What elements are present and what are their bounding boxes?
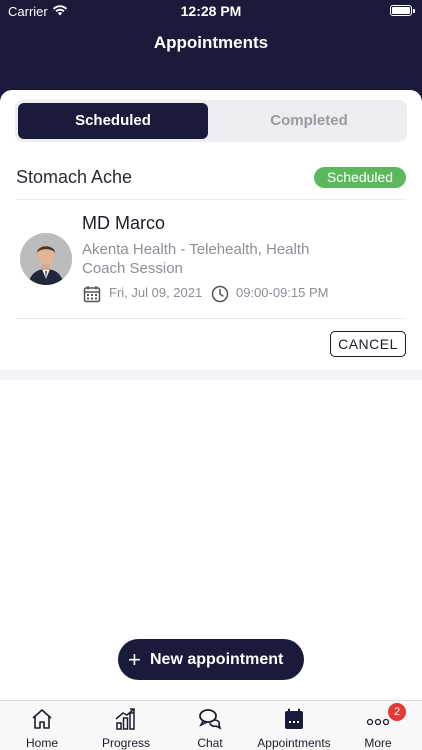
- status-bar: Carrier 12:28 PM: [0, 0, 422, 24]
- avatar-icon: [20, 233, 72, 285]
- section-separator: [0, 370, 422, 380]
- tab-scheduled[interactable]: Scheduled: [18, 103, 208, 139]
- service-description: Akenta Health - Telehealth, Health Coach…: [82, 241, 310, 277]
- page-title: Appointments: [153, 33, 269, 52]
- divider: [16, 318, 406, 319]
- battery-icon: [390, 5, 415, 16]
- segmented-control: Scheduled Completed: [15, 100, 407, 142]
- cancel-button[interactable]: CANCEL: [330, 331, 406, 357]
- more-icon: [366, 718, 390, 726]
- tab-more[interactable]: More: [336, 701, 420, 750]
- doctor-name: MD Marco: [82, 213, 166, 233]
- appointment-time: 09:00-09:15 PM: [236, 285, 329, 300]
- tab-appointments-label: Appointments: [257, 736, 331, 750]
- divider: [16, 199, 406, 200]
- new-appointment-label: New appointment: [150, 651, 284, 668]
- tab-progress-label: Progress: [101, 736, 151, 750]
- calendar-icon: [285, 708, 303, 729]
- status-badge: Scheduled: [314, 167, 406, 188]
- tab-chat-label: Chat: [197, 736, 223, 750]
- clock-time: 12:28 PM: [180, 3, 242, 19]
- notification-badge: 2: [388, 703, 406, 721]
- tab-home[interactable]: Home: [0, 701, 84, 750]
- clock-icon: [211, 285, 229, 303]
- appointment-date: Fri, Jul 09, 2021: [109, 285, 203, 300]
- appointment-title: Stomach Ache: [16, 167, 133, 187]
- doctor-avatar: [20, 233, 72, 285]
- tab-more-label: More: [364, 736, 392, 750]
- tab-bar: Home Progress Chat Appointments More: [0, 700, 422, 750]
- content-sheet: Scheduled Completed Stomach Ache Schedul…: [0, 90, 422, 700]
- progress-icon: [115, 708, 135, 730]
- plus-icon: +: [128, 647, 141, 672]
- tab-completed[interactable]: Completed: [214, 103, 404, 139]
- tab-appointments[interactable]: Appointments: [252, 701, 336, 750]
- tab-chat[interactable]: Chat: [168, 701, 252, 750]
- calendar-icon: [83, 286, 101, 303]
- tab-home-label: Home: [25, 736, 58, 750]
- new-appointment-button[interactable]: + New appointment: [118, 639, 304, 680]
- home-icon: [32, 709, 52, 729]
- tab-progress[interactable]: Progress: [84, 701, 168, 750]
- chat-icon: [199, 709, 222, 730]
